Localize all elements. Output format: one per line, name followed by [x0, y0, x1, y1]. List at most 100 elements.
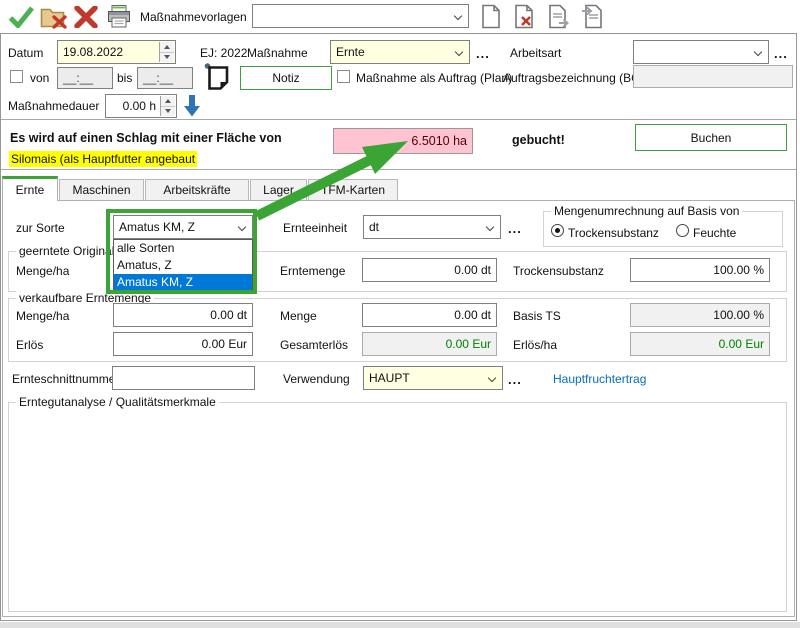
- verwendung-combobox[interactable]: HAUPT: [363, 366, 503, 390]
- menge-value: 0.00 dt: [454, 308, 491, 322]
- flaeche-value: 6.5010 ha: [411, 134, 467, 148]
- kultur-highlight: Silomais (als Hauptfutter angebaut: [9, 151, 197, 167]
- ernteschnittnummer-label: Ernteschnittnummer: [12, 372, 119, 386]
- menge-field[interactable]: 0.00 dt: [362, 303, 497, 327]
- tab-lager[interactable]: Lager: [250, 179, 307, 200]
- von-value: __:__: [63, 71, 93, 85]
- vk-menge-ha-field[interactable]: 0.00 dt: [113, 303, 253, 327]
- erloes-label: Erlös: [16, 338, 43, 352]
- sorte-dropdown-list: alle Sorten Amatus, Z Amatus KM, Z: [113, 239, 253, 292]
- arbeitsart-more-button[interactable]: ...: [774, 46, 788, 61]
- vorlagen-combobox[interactable]: [252, 4, 469, 28]
- import-document-icon[interactable]: [581, 4, 603, 29]
- sorte-combobox[interactable]: Amatus KM, Z: [113, 215, 253, 239]
- chevron-down-icon: [238, 223, 246, 231]
- booking-message: Es wird auf einen Schlag mit einer Fläch…: [10, 131, 282, 145]
- mengenumrechnung-group-label: Mengenumrechnung auf Basis von: [551, 204, 742, 218]
- massnahmedauer-label: Maßnahmedauer: [8, 99, 99, 113]
- chevron-down-icon: [488, 374, 496, 382]
- erntejahr-label: EJ: 2022: [200, 46, 247, 60]
- auftrag-checkbox-label: Maßnahme als Auftrag (Plan): [356, 71, 512, 85]
- radio-trockensubstanz-label: Trockensubstanz: [568, 226, 659, 240]
- arbeitsart-label: Arbeitsart: [510, 46, 561, 60]
- hauptfruchtertrag-link[interactable]: Hauptfruchtertrag: [553, 372, 646, 386]
- chevron-down-icon: [455, 48, 463, 56]
- close-folder-icon[interactable]: [40, 6, 68, 30]
- radio-feuchte-label: Feuchte: [693, 226, 736, 240]
- transfer-down-arrow-icon[interactable]: [183, 94, 201, 118]
- sorte-option-amatus-km-z[interactable]: Amatus KM, Z: [114, 274, 252, 291]
- massnahme-combobox[interactable]: Ernte: [330, 40, 470, 64]
- vk-menge-ha-label: Menge/ha: [16, 309, 69, 323]
- tab-maschinen-label: Maschinen: [72, 183, 130, 197]
- confirm-check-icon[interactable]: [8, 6, 34, 28]
- note-icon[interactable]: [204, 62, 230, 90]
- radio-trockensubstanz[interactable]: [551, 224, 564, 237]
- export-document-icon[interactable]: [548, 4, 570, 29]
- erloes-value: 0.00 Eur: [202, 337, 247, 351]
- sorte-option-alle-sorten[interactable]: alle Sorten: [114, 240, 252, 257]
- trockensubstanz-value: 100.00 %: [713, 263, 764, 277]
- erloes-ha-value: 0.00 Eur: [719, 337, 764, 351]
- datum-value: 19.08.2022: [63, 45, 123, 59]
- auftragsbezeichnung-label: Auftragsbezeichnung (BC): [503, 71, 644, 85]
- massnahme-value: Ernte: [336, 45, 365, 59]
- massnahmedauer-field[interactable]: 0.00 h: [105, 94, 177, 118]
- radio-feuchte[interactable]: [676, 224, 689, 237]
- sorte-option-amatus-z[interactable]: Amatus, Z: [114, 257, 252, 274]
- tab-tfm-karten[interactable]: TFM-Karten: [308, 179, 398, 200]
- menge-ha-label: Menge/ha: [16, 264, 69, 278]
- datum-field[interactable]: 19.08.2022: [57, 40, 176, 64]
- ernteeinheit-label: Ernteeinheit: [283, 221, 347, 235]
- delete-document-icon[interactable]: [514, 4, 534, 29]
- flaeche-field: 6.5010 ha: [333, 128, 473, 154]
- chevron-down-icon: [454, 12, 462, 20]
- ernteeinheit-more-button[interactable]: ...: [508, 221, 522, 236]
- gesamterloes-field: 0.00 Eur: [362, 332, 497, 356]
- dauer-spinner[interactable]: [160, 96, 175, 116]
- ernteschnittnummer-field[interactable]: [112, 366, 255, 390]
- sorte-value: Amatus KM, Z: [119, 220, 195, 234]
- tab-ernte-label: Ernte: [16, 183, 45, 197]
- ernteeinheit-combobox[interactable]: dt: [363, 215, 501, 239]
- datum-spinner[interactable]: [159, 42, 174, 62]
- erntemenge-value: 0.00 dt: [454, 263, 491, 277]
- tab-arbeitskraefte[interactable]: Arbeitskräfte: [145, 179, 249, 200]
- notiz-button[interactable]: Notiz: [240, 66, 332, 90]
- von-label: von: [30, 71, 49, 85]
- ernteeinheit-value: dt: [369, 220, 379, 234]
- tab-arbeitskraefte-label: Arbeitskräfte: [163, 183, 230, 197]
- tab-ernte[interactable]: Ernte: [2, 176, 58, 201]
- buchen-button[interactable]: Buchen: [635, 124, 787, 151]
- auftragsbezeichnung-field: [633, 65, 793, 88]
- trockensubstanz-field[interactable]: 100.00 %: [630, 258, 770, 282]
- erloes-field[interactable]: 0.00 Eur: [113, 332, 253, 356]
- chevron-down-icon: [486, 223, 494, 231]
- verwendung-more-button[interactable]: ...: [508, 372, 522, 387]
- erntemenge-field[interactable]: 0.00 dt: [362, 258, 497, 282]
- bis-time-field[interactable]: __:__: [137, 67, 193, 89]
- verwendung-label: Verwendung: [283, 372, 350, 386]
- zeitraum-checkbox[interactable]: [10, 70, 23, 83]
- tab-maschinen[interactable]: Maschinen: [59, 179, 144, 200]
- basis-ts-label: Basis TS: [513, 309, 561, 323]
- chevron-down-icon: [754, 48, 762, 56]
- delete-x-icon[interactable]: [74, 6, 98, 28]
- tab-lager-label: Lager: [263, 183, 294, 197]
- massnahme-more-button[interactable]: ...: [476, 46, 490, 61]
- new-document-icon[interactable]: [481, 4, 501, 29]
- gesamterloes-label: Gesamterlös: [280, 338, 348, 352]
- von-time-field[interactable]: __:__: [57, 67, 113, 89]
- datum-label: Datum: [8, 46, 43, 60]
- verwendung-value: HAUPT: [369, 371, 410, 385]
- gesamterloes-value: 0.00 Eur: [446, 337, 491, 351]
- basis-ts-field: 100.00 %: [630, 303, 770, 327]
- arbeitsart-combobox[interactable]: [633, 40, 769, 64]
- menge-label: Menge: [280, 309, 317, 323]
- massnahme-window: Maßnahmevorlagen Datum 19.08.2022 EJ: 20…: [0, 0, 800, 628]
- print-icon[interactable]: [106, 4, 132, 30]
- bis-label: bis: [117, 71, 132, 85]
- tab-tfm-karten-label: TFM-Karten: [321, 183, 385, 197]
- zur-sorte-label: zur Sorte: [16, 221, 65, 235]
- auftrag-checkbox[interactable]: [337, 70, 350, 83]
